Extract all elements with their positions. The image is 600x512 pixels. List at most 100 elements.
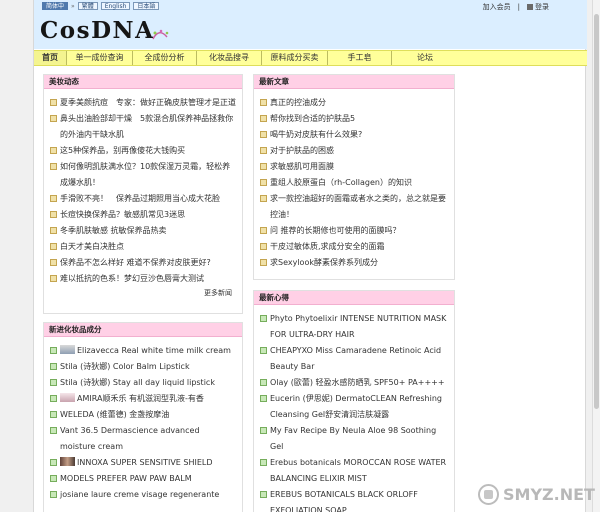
site-logo[interactable]: CosDNA <box>40 17 154 44</box>
list-item[interactable]: 如何像明凯肤满水位？10款保湿万灵霜，轻松养成爆水肌！ <box>49 159 237 191</box>
bullet-icon <box>260 491 267 498</box>
list-item[interactable]: Stila (诗狄娜) Stay all day liquid lipstick <box>49 375 237 391</box>
bullet-icon <box>50 115 57 122</box>
bullet-icon <box>50 459 57 466</box>
list-item[interactable]: 长痘快换保养品？敏感肌常见3迷思 <box>49 207 237 223</box>
bullet-icon <box>260 459 267 466</box>
lang-simplified[interactable]: 简体中 <box>42 2 69 10</box>
list-item[interactable]: 求Sexylook酵素保养系列成分 <box>259 255 449 271</box>
list-item[interactable]: CHEAPYXO Miss Camaradene Retinoic Acid B… <box>259 343 449 375</box>
bullet-icon <box>260 227 267 234</box>
list-item[interactable]: 真正的控油成分 <box>259 95 449 111</box>
list-item[interactable]: Olay (歐蕾) 轻盈水感防晒乳 SPF50+ PA++++ <box>259 375 449 391</box>
list-item[interactable]: EREBUS BOTANICALS BLACK ORLOFF EXFOLIATI… <box>259 487 449 512</box>
account-links: 加入会员 | 登录 <box>483 2 549 12</box>
list-item[interactable]: 问 推荐的长期修也可使用的面膜吗？ <box>259 223 449 239</box>
list-item[interactable]: INNOXA SUPER SENSITIVE SHIELD <box>49 455 237 471</box>
account-separator: | <box>517 3 520 11</box>
list-item[interactable]: 鼻头出油脸部却干燥 5款混合肌保养神品拯救你的外油内干缺水肌 <box>49 111 237 143</box>
login-icon <box>527 4 533 10</box>
list-item[interactable]: 夏季美颜抗痘 专家：做好正确皮肤管理才是正道 <box>49 95 237 111</box>
main-nav: 首页 单一成份查询 全成份分析 化妆品搜寻 原料成分买卖 手工皂 论坛 <box>34 50 587 66</box>
bullet-icon <box>50 427 57 434</box>
bullet-icon <box>50 227 57 234</box>
list-item[interactable]: 保养品不怎么样好 难道不保养对皮肤更好? <box>49 255 237 271</box>
nav-home[interactable]: 首页 <box>34 51 67 65</box>
bullet-icon <box>50 195 57 202</box>
bullet-icon <box>50 363 57 370</box>
bullet-icon <box>50 275 57 282</box>
nav-cosmetic-search[interactable]: 化妆品搜寻 <box>197 51 262 65</box>
list-item[interactable]: AMIRA顺禾乐 有机滋润型乳液-有香 <box>49 391 237 407</box>
bullet-icon <box>50 147 57 154</box>
bullet-icon <box>50 347 57 354</box>
product-thumbnail <box>60 457 75 466</box>
list-item[interactable]: 求敏感肌可用面膜 <box>259 159 449 175</box>
nav-material-trade[interactable]: 原料成分买卖 <box>262 51 328 65</box>
page: 简体中 » 繁體 English 日本語 加入会员 | 登录 CosDNA 首页… <box>33 0 587 512</box>
lang-separator: » <box>71 2 75 10</box>
bullet-icon <box>50 475 57 482</box>
bullet-icon <box>50 379 57 386</box>
scrollbar-thumb[interactable] <box>594 14 599 409</box>
list-item[interactable]: 求一款控油超好的面霜或者水之类的，总之就是要控油！ <box>259 191 449 223</box>
bullet-icon <box>260 115 267 122</box>
bullet-icon <box>260 99 267 106</box>
login-link[interactable]: 登录 <box>527 2 549 12</box>
bullet-icon <box>260 427 267 434</box>
list-item[interactable]: My Fav Recipe By Neula Aloe 98 Soothing … <box>259 423 449 455</box>
beauty-news-title: 美妆动态 <box>44 75 242 89</box>
list-item[interactable]: 这5种保养品，别再像傻花大钱购买 <box>49 143 237 159</box>
list-item[interactable]: Vant 36.5 Dermascience advanced moisture… <box>49 423 237 455</box>
bullet-icon <box>50 411 57 418</box>
bullet-icon <box>50 163 57 170</box>
reviews-panel: 最新心得 Phyto Phytoelixir INTENSE NUTRITION… <box>253 290 455 512</box>
bullet-icon <box>50 243 57 250</box>
bullet-icon <box>260 195 267 202</box>
list-item[interactable]: MODELS PREFER PAW PAW BALM <box>49 471 237 487</box>
bullet-icon <box>260 163 267 170</box>
more-news-link[interactable]: 更多新闻 <box>49 288 237 298</box>
reviews-title: 最新心得 <box>254 291 454 305</box>
nav-forum[interactable]: 论坛 <box>392 51 458 65</box>
nav-handmade-soap[interactable]: 手工皂 <box>328 51 392 65</box>
product-thumbnail <box>60 393 75 402</box>
list-item[interactable]: Eucerin (伊思妮) DermatoCLEAN Refreshing Cl… <box>259 391 449 423</box>
new-products-title: 新进化妆品成分 <box>44 323 242 337</box>
page-scrollbar[interactable] <box>592 0 600 512</box>
bullet-icon <box>260 179 267 186</box>
beauty-news-panel: 美妆动态 夏季美颜抗痘 专家：做好正确皮肤管理才是正道 鼻头出油脸部却干燥 5款… <box>43 74 243 314</box>
list-item[interactable]: 喝牛奶对皮肤有什么效果? <box>259 127 449 143</box>
list-item[interactable]: Stila (诗狄娜) Color Balm Lipstick <box>49 359 237 375</box>
bullet-icon <box>260 395 267 402</box>
bullet-icon <box>50 99 57 106</box>
bullet-icon <box>260 147 267 154</box>
latest-articles-panel: 最新文章 真正的控油成分 帮你找到合适的护肤品5 喝牛奶对皮肤有什么效果? 对于… <box>253 74 455 280</box>
nav-full-analysis[interactable]: 全成份分析 <box>133 51 197 65</box>
bullet-icon <box>260 315 267 322</box>
join-member-link[interactable]: 加入会员 <box>483 2 511 12</box>
list-item[interactable]: 干皮过敏体质,求成分安全的面霜 <box>259 239 449 255</box>
nav-single-ingredient[interactable]: 单一成份查询 <box>67 51 133 65</box>
list-item[interactable]: Elizavecca Real white time milk cream <box>49 343 237 359</box>
list-item[interactable]: 手滑败不亮！ 保养品过期照用当心成大花脸 <box>49 191 237 207</box>
list-item[interactable]: 帮你找到合适的护肤品5 <box>259 111 449 127</box>
list-item[interactable]: 白天才美白决胜点 <box>49 239 237 255</box>
list-item[interactable]: Phyto Phytoelixir INTENSE NUTRITION MASK… <box>259 311 449 343</box>
list-item[interactable]: 冬季肌肤敏感 抗敏保养品热卖 <box>49 223 237 239</box>
bullet-icon <box>260 259 267 266</box>
list-item[interactable]: WELEDA (维蕾德) 金盏按摩油 <box>49 407 237 423</box>
lang-english[interactable]: English <box>100 2 131 10</box>
lang-japanese[interactable]: 日本語 <box>133 2 160 10</box>
bullet-icon <box>260 347 267 354</box>
list-item[interactable]: 对于护肤品的困惑 <box>259 143 449 159</box>
watermark-logo-icon <box>478 484 499 505</box>
site-header: 简体中 » 繁體 English 日本語 加入会员 | 登录 CosDNA <box>34 0 587 49</box>
list-item[interactable]: Erebus botanicals MOROCCAN ROSE WATER BA… <box>259 455 449 487</box>
lang-traditional[interactable]: 繁體 <box>77 2 98 10</box>
list-item[interactable]: 重组人胶原蛋白（rh-Collagen）的知识 <box>259 175 449 191</box>
list-item[interactable]: 难以抵抗的色系！梦幻豆沙色唇膏大测试 <box>49 271 237 287</box>
language-switcher: 简体中 » 繁體 English 日本語 <box>42 2 160 10</box>
list-item[interactable]: josiane laure creme visage regenerante <box>49 487 237 503</box>
bullet-icon <box>50 259 57 266</box>
